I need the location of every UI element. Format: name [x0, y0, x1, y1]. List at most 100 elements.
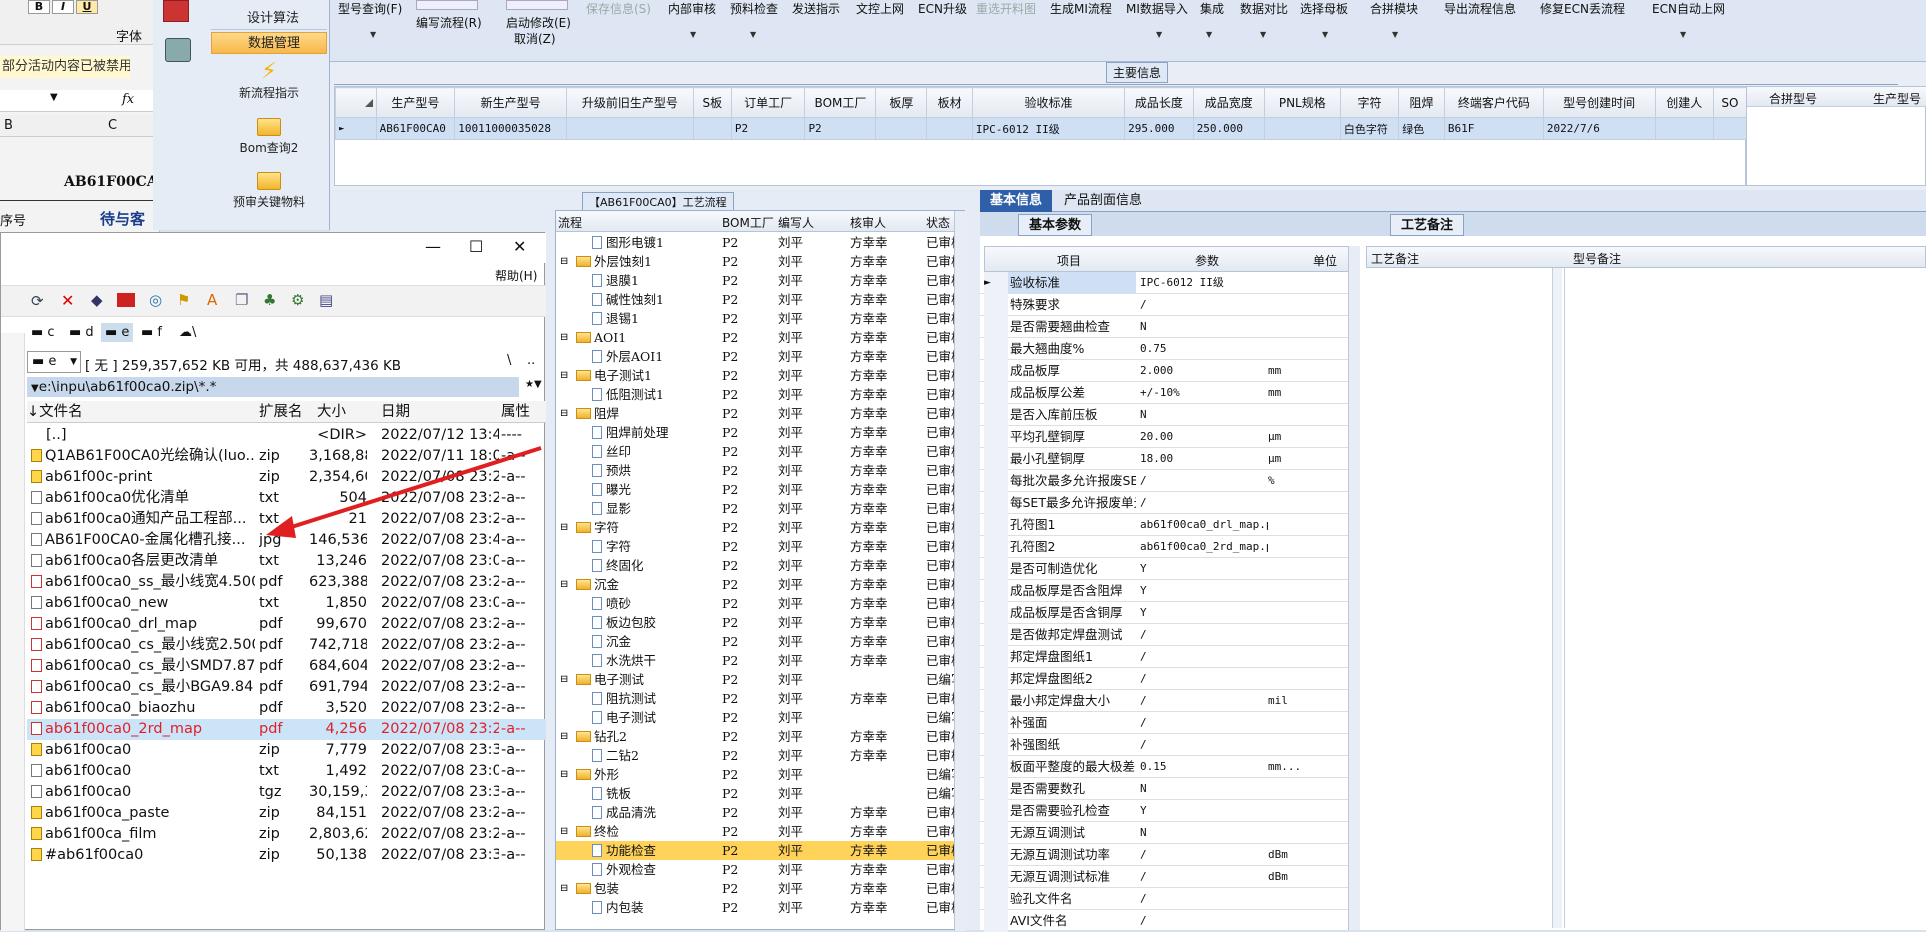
table-cell[interactable] — [1712, 117, 1748, 140]
param-row[interactable]: 是否需要数孔 N — [980, 778, 1360, 800]
chevron-down-icon[interactable]: ▼ — [1206, 30, 1212, 39]
chevron-down-icon[interactable]: ▼ — [370, 30, 376, 39]
column-header[interactable]: 成品宽度 — [1192, 87, 1265, 118]
tree-row[interactable]: ⊟ 终检 P2 刘平 方幸幸 已审核 — [556, 822, 966, 841]
chevron-down-icon[interactable]: ▼ — [1392, 30, 1398, 39]
column-b-header[interactable]: B — [4, 118, 13, 133]
column-header-name[interactable]: ↓文件名 — [27, 401, 83, 423]
tree-icon[interactable]: ♣ — [263, 291, 276, 309]
column-header[interactable]: 单位 — [1313, 252, 1337, 269]
param-row[interactable]: AVI文件名 / — [980, 910, 1360, 932]
param-row[interactable]: 是否入库前压板 N — [980, 404, 1360, 426]
tree-row[interactable]: ⊟ 沉金 P2 刘平 方幸幸 已审核 — [556, 575, 966, 594]
column-header[interactable]: 核审人 — [850, 214, 886, 231]
collapse-icon[interactable]: ⊟ — [560, 328, 568, 347]
minimize-icon[interactable]: — — [425, 237, 441, 256]
param-row[interactable]: 每SET最多允许报废单元 / — [980, 492, 1360, 514]
network-icon[interactable]: ◎ — [149, 291, 162, 309]
tree-row[interactable]: 板边包胶 P2 刘平 方幸幸 已审核 — [556, 613, 966, 632]
help-menu[interactable]: 帮助(H) — [495, 267, 537, 284]
table-cell[interactable] — [565, 117, 694, 140]
param-row[interactable]: 板面平整度的最大极差 0.15 mm... — [980, 756, 1360, 778]
param-row[interactable]: 是否可制造优化 Y — [980, 558, 1360, 580]
param-row[interactable]: 成品板厚是否含铜厚 Y — [980, 602, 1360, 624]
column-header[interactable]: 板材 — [926, 87, 973, 118]
column-header-attr[interactable]: 属性 — [501, 401, 530, 423]
param-row[interactable]: 无源互调测试 N — [980, 822, 1360, 844]
tree-row[interactable]: 低阻测试1 P2 刘平 方幸幸 已审核 — [556, 385, 966, 404]
column-header[interactable]: 流程 — [558, 214, 582, 231]
param-row[interactable]: 是否需要翘曲检查 N — [980, 316, 1360, 338]
table-cell[interactable] — [875, 117, 928, 140]
tree-row[interactable]: 字符 P2 刘平 方幸幸 已审核 — [556, 537, 966, 556]
chevron-down-icon[interactable]: ▼ — [1322, 30, 1328, 39]
tab-basic-info[interactable]: 基本信息 — [980, 190, 1053, 212]
chevron-down-icon[interactable]: ▼ — [750, 30, 756, 39]
chevron-down-icon[interactable]: ▼ — [1260, 30, 1266, 39]
chevron-down-icon[interactable]: ▼ — [1156, 30, 1162, 39]
app-icon[interactable] — [163, 0, 189, 22]
internal-review-button[interactable]: 内部审核 — [668, 0, 716, 17]
column-header[interactable]: 生产型号 — [1873, 90, 1921, 107]
column-header[interactable]: 阻焊 — [1398, 87, 1445, 118]
table-cell[interactable] — [1654, 117, 1714, 140]
param-row[interactable]: 特殊要求 / — [980, 294, 1360, 316]
tree-row[interactable]: 显影 P2 刘平 方幸幸 已审核 — [556, 499, 966, 518]
tree-row[interactable]: 外观检查 P2 刘平 方幸幸 已审核 — [556, 860, 966, 879]
column-header[interactable]: SO — [1712, 87, 1748, 118]
table-cell[interactable]: 2022/7/6 — [1542, 117, 1656, 140]
tree-row[interactable]: ⊟ 外形 P2 刘平 已编写 — [556, 765, 966, 784]
column-header[interactable]: 板厚 — [875, 87, 928, 118]
file-row[interactable]: ab61f00ca0各层更改清单 txt 13,246 2022/07/08 23:0… — [27, 551, 546, 572]
param-row[interactable]: 孔符图1 ab61f00ca0_drl_map.pdf — [980, 514, 1360, 536]
fix-ecn-button[interactable]: 修复ECN丢流程 — [1540, 0, 1625, 17]
tree-row[interactable]: 终固化 P2 刘平 方幸幸 已审核 — [556, 556, 966, 575]
column-c-header[interactable]: C — [108, 118, 117, 133]
write-process-button[interactable]: 编写流程(R) — [416, 14, 482, 31]
tree-row[interactable]: 沉金 P2 刘平 方幸幸 已审核 — [556, 632, 966, 651]
bold-button[interactable]: B — [28, 0, 50, 14]
tree-row[interactable]: 预烘 P2 刘平 方幸幸 已审核 — [556, 461, 966, 480]
table-cell[interactable]: 10011000035028 — [454, 117, 567, 140]
tree-scrollbar[interactable] — [954, 211, 966, 931]
file-row[interactable]: ab61f00ca0_biaozhu pdf 3,520 2022/07/08 23:… — [27, 698, 546, 719]
file-row[interactable]: ab61f00ca0_2rd_map pdf 4,256 2022/07/08 23:… — [27, 719, 546, 740]
collapse-icon[interactable]: ⊟ — [560, 366, 568, 385]
tree-row[interactable]: 曝光 P2 刘平 方幸幸 已审核 — [556, 480, 966, 499]
param-row[interactable]: 孔符图2 ab61f00ca0_2rd_map.pdf — [980, 536, 1360, 558]
root-button[interactable]: \ — [507, 353, 511, 368]
param-row[interactable]: ► 验收标准 IPC-6012 II级 — [980, 272, 1360, 294]
refresh-icon[interactable]: ⟳ — [31, 292, 44, 310]
drive-network[interactable]: ☁\ — [179, 325, 196, 340]
param-row[interactable]: 最小邦定焊盘大小 / mil — [980, 690, 1360, 712]
file-row[interactable]: ab61f00ca0_cs_最小BGA9.84 pdf 691,794 2022/07… — [27, 677, 546, 698]
file-row[interactable]: ab61f00ca_paste zip 84,151 2022/07/08 23:28… — [27, 803, 546, 824]
table-row[interactable]: ► AB61F00CA0 10011000035028 P2 P2 IPC-60… — [335, 117, 1748, 140]
cell-c-value[interactable]: AB61F00CA0 — [64, 174, 167, 190]
compare-icon[interactable]: ▤ — [319, 291, 333, 309]
doc-control-online-button[interactable]: 文控上网 — [856, 0, 904, 17]
drive-d[interactable]: ▬ d — [69, 325, 94, 340]
file-row[interactable]: ab61f00ca0 txt 1,492 2022/07/08 23:01 -a-- — [27, 761, 546, 782]
param-row[interactable]: 平均孔壁铜厚 20.00 μm — [980, 426, 1360, 448]
column-header[interactable]: 工艺备注 — [1371, 250, 1419, 267]
table-cell[interactable]: P2 — [804, 117, 877, 140]
column-header-date[interactable]: 日期 — [381, 401, 410, 423]
table-cell[interactable]: B61F — [1443, 117, 1544, 140]
collapse-icon[interactable]: ⊟ — [560, 518, 568, 537]
merge-module-button[interactable]: 合拼模块 — [1370, 0, 1418, 17]
file-row[interactable]: ab61f00ca0优化清单 txt 504 2022/07/08 23:20 -a-- — [27, 488, 546, 509]
file-row[interactable]: AB61F00CA0-金属化槽孔接... jpg 146,536 2022/07/08… — [27, 530, 546, 551]
file-row[interactable]: ab61f00ca0 zip 7,779 2022/07/08 23:33 -a-- — [27, 740, 546, 761]
tree-row[interactable]: 退锡1 P2 刘平 方幸幸 已审核 — [556, 309, 966, 328]
file-row[interactable]: ab61f00ca0_cs_最小线宽2.500 pdf 742,718 2022/07… — [27, 635, 546, 656]
param-row[interactable]: 是否做邦定焊盘测试 / — [980, 624, 1360, 646]
column-header[interactable]: PNL规格 — [1263, 87, 1341, 118]
copy-icon[interactable]: ❐ — [235, 291, 248, 309]
chevron-down-icon[interactable]: ▼ — [50, 92, 58, 103]
tree-row[interactable]: 功能检查 P2 刘平 方幸幸 已审核 — [556, 841, 966, 860]
select-master-button[interactable]: 选择母板 — [1300, 0, 1348, 17]
table-cell[interactable]: 白色字符 — [1339, 117, 1400, 140]
sidebar-item-new-process[interactable]: ⚡ 新流程指示 — [211, 60, 327, 101]
column-header[interactable]: BOM工厂 — [804, 87, 877, 118]
